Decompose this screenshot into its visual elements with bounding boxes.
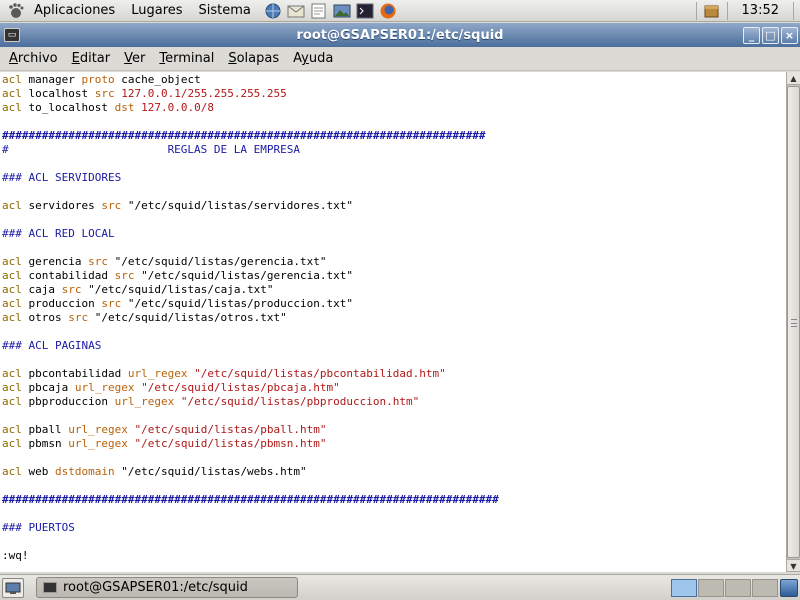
taskbar-item-label: root@GSAPSER01:/etc/squid bbox=[63, 580, 248, 595]
terminal-line: acl servidores src "/etc/squid/listas/se… bbox=[2, 199, 354, 212]
terminal-area: acl manager proto cache_object acl localh… bbox=[0, 72, 800, 572]
menu-ayuda[interactable]: Ayuda bbox=[286, 51, 340, 66]
panel-separator bbox=[793, 1, 794, 20]
terminal-line: acl pbcontabilidad url_regex "/etc/squid… bbox=[2, 367, 446, 380]
terminal-line: acl localhost src 127.0.0.1/255.255.255.… bbox=[2, 87, 287, 100]
top-panel: Aplicaciones Lugares Sistema 13:52 bbox=[0, 0, 800, 22]
terminal-line: ########################################… bbox=[2, 493, 499, 506]
close-button[interactable]: × bbox=[781, 26, 798, 44]
workspace-switcher bbox=[671, 578, 778, 597]
terminal-line: ### ACL PAGINAS bbox=[2, 339, 102, 352]
bottom-panel: root@GSAPSER01:/etc/squid bbox=[0, 574, 800, 600]
terminal-line: ### ACL SERVIDORES bbox=[2, 171, 122, 184]
terminal-line: acl pbmsn url_regex "/etc/squid/listas/p… bbox=[2, 437, 327, 450]
menu-sistema[interactable]: Sistema bbox=[191, 0, 259, 22]
terminal-line: acl pbproduccion url_regex "/etc/squid/l… bbox=[2, 395, 420, 408]
taskbar-item-terminal[interactable]: root@GSAPSER01:/etc/squid bbox=[36, 577, 298, 598]
terminal-window: ▭ root@GSAPSER01:/etc/squid _ □ × Archiv… bbox=[0, 23, 800, 572]
window-menu-icon[interactable]: ▭ bbox=[4, 28, 20, 42]
firefox-icon[interactable] bbox=[378, 2, 398, 20]
menu-aplicaciones[interactable]: Aplicaciones bbox=[26, 0, 123, 22]
image-viewer-icon[interactable] bbox=[332, 2, 352, 20]
scroll-down-arrow-icon[interactable]: ▼ bbox=[787, 559, 800, 572]
notification-icon[interactable] bbox=[703, 3, 721, 19]
terminal-task-icon bbox=[43, 582, 57, 593]
scroll-up-arrow-icon[interactable]: ▲ bbox=[787, 72, 800, 85]
panel-separator bbox=[726, 1, 728, 20]
show-desktop-button[interactable] bbox=[2, 577, 24, 598]
terminal-launcher-icon[interactable] bbox=[355, 2, 375, 20]
terminal-line: acl pball url_regex "/etc/squid/listas/p… bbox=[2, 423, 327, 436]
terminal-line: acl manager proto cache_object bbox=[2, 73, 201, 86]
window-titlebar[interactable]: ▭ root@GSAPSER01:/etc/squid _ □ × bbox=[0, 23, 800, 47]
network-icon[interactable] bbox=[263, 2, 283, 20]
trash-icon[interactable] bbox=[780, 578, 798, 597]
terminal-line: acl produccion src "/etc/squid/listas/pr… bbox=[2, 297, 354, 310]
clock[interactable]: 13:52 bbox=[734, 3, 787, 18]
gnome-foot-icon[interactable] bbox=[6, 2, 26, 20]
panel-separator bbox=[695, 1, 697, 20]
terminal-line: acl to_localhost dst 127.0.0.0/8 bbox=[2, 101, 214, 114]
mail-icon[interactable] bbox=[286, 2, 306, 20]
terminal-line: acl web dstdomain "/etc/squid/listas/web… bbox=[2, 465, 307, 478]
workspace-2[interactable] bbox=[698, 578, 724, 597]
menu-solapas[interactable]: Solapas bbox=[221, 51, 286, 66]
terminal-line: ### ACL RED LOCAL bbox=[2, 227, 115, 240]
menu-lugares[interactable]: Lugares bbox=[123, 0, 190, 22]
terminal-text[interactable]: acl manager proto cache_object acl localh… bbox=[0, 72, 786, 572]
menubar: Archivo Editar Ver Terminal Solapas Ayuda bbox=[0, 47, 800, 71]
terminal-line: acl gerencia src "/etc/squid/listas/gere… bbox=[2, 255, 327, 268]
terminal-line: ### PUERTOS bbox=[2, 521, 75, 534]
workspace-1[interactable] bbox=[671, 578, 697, 597]
terminal-line: acl caja src "/etc/squid/listas/caja.txt… bbox=[2, 283, 274, 296]
menu-archivo[interactable]: Archivo bbox=[2, 51, 65, 66]
minimize-button[interactable]: _ bbox=[743, 26, 760, 44]
terminal-line: :wq! bbox=[2, 549, 29, 562]
workspace-4[interactable] bbox=[752, 578, 778, 597]
desktop-icon bbox=[5, 582, 21, 594]
maximize-button[interactable]: □ bbox=[762, 26, 779, 44]
text-editor-icon[interactable] bbox=[309, 2, 329, 20]
terminal-line: # REGLAS DE LA EMPRESA bbox=[2, 143, 301, 156]
scroll-thumb[interactable] bbox=[787, 86, 800, 558]
menu-editar[interactable]: Editar bbox=[65, 51, 118, 66]
terminal-line: ########################################… bbox=[2, 129, 486, 142]
vertical-scrollbar[interactable]: ▲ ▼ bbox=[786, 72, 800, 572]
menu-terminal[interactable]: Terminal bbox=[152, 51, 221, 66]
workspace-3[interactable] bbox=[725, 578, 751, 597]
window-title: root@GSAPSER01:/etc/squid bbox=[296, 27, 504, 43]
terminal-line: acl otros src "/etc/squid/listas/otros.t… bbox=[2, 311, 287, 324]
terminal-line: acl pbcaja url_regex "/etc/squid/listas/… bbox=[2, 381, 340, 394]
terminal-line: acl contabilidad src "/etc/squid/listas/… bbox=[2, 269, 354, 282]
launchers bbox=[263, 2, 398, 20]
menu-ver[interactable]: Ver bbox=[117, 51, 152, 66]
